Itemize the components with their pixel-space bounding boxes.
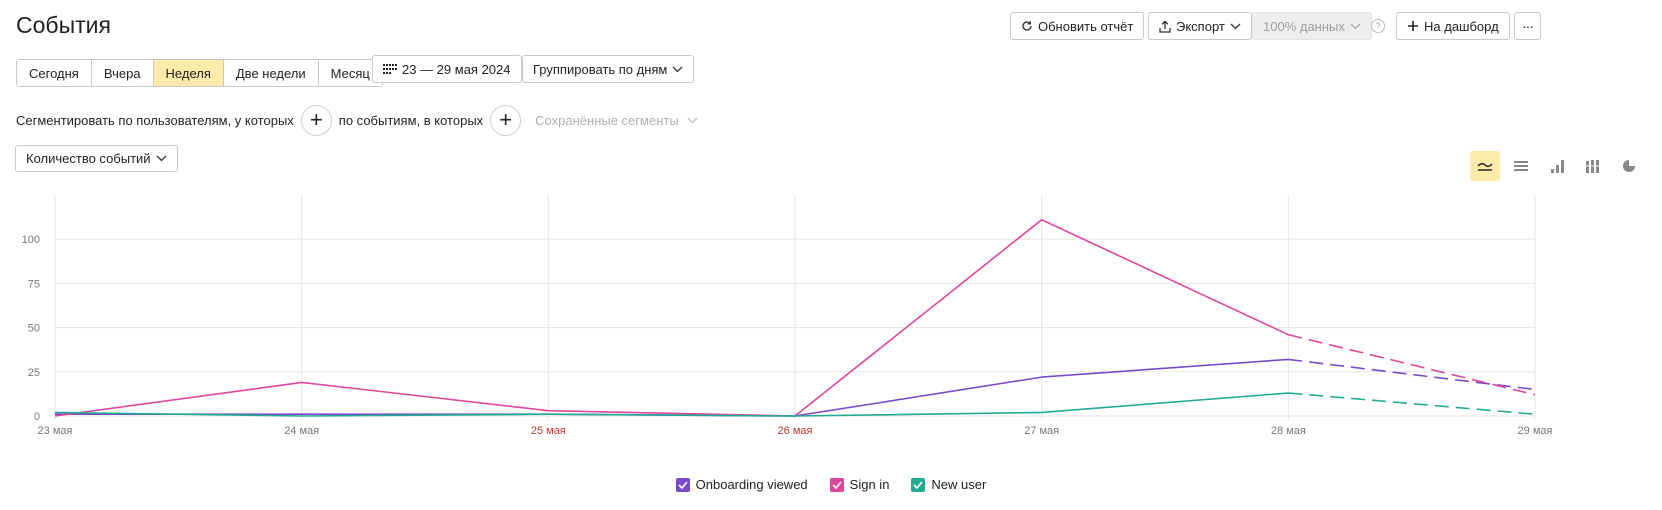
- group-by-label: Группировать по дням: [533, 61, 668, 77]
- add-to-dashboard-label: На дашборд: [1424, 18, 1499, 34]
- period-option[interactable]: Сегодня: [17, 60, 92, 86]
- add-user-segment-button[interactable]: +: [300, 104, 332, 136]
- add-to-dashboard-button[interactable]: На дашборд: [1396, 12, 1510, 40]
- group-by-dropdown[interactable]: Группировать по дням: [522, 55, 695, 83]
- period-selector: Сегодня Вчера Неделя Две недели Месяц: [16, 59, 383, 87]
- segment-by-users-label: Сегментировать по пользователям, у котор…: [16, 112, 294, 128]
- area-chart-icon: [1514, 161, 1528, 171]
- chart-type-switcher: [1470, 151, 1644, 181]
- checkbox-checked-icon[interactable]: [675, 477, 690, 492]
- y-tick-label: 0: [34, 411, 40, 423]
- export-label: Экспорт: [1176, 18, 1225, 34]
- export-button[interactable]: Экспорт: [1148, 12, 1252, 40]
- chevron-down-icon: [1350, 23, 1361, 29]
- refresh-report-button[interactable]: Обновить отчёт: [1010, 12, 1145, 40]
- legend-label: New user: [931, 477, 987, 492]
- saved-segments-dropdown[interactable]: Сохранённые сегменты: [535, 113, 698, 128]
- stacked-bar-button[interactable]: [1578, 151, 1608, 181]
- bar-chart-button[interactable]: [1542, 151, 1572, 181]
- chevron-down-icon: [156, 155, 167, 162]
- page-title: События: [16, 12, 111, 38]
- legend-label: Onboarding viewed: [695, 477, 808, 492]
- help-icon[interactable]: ?: [1371, 19, 1385, 33]
- x-tick-label: 24 мая: [284, 425, 319, 437]
- checkbox-checked-icon[interactable]: [911, 477, 926, 492]
- legend-item[interactable]: Onboarding viewed: [675, 477, 808, 492]
- add-event-segment-button[interactable]: +: [490, 104, 522, 136]
- x-tick-label: 23 мая: [38, 425, 73, 437]
- area-chart-button[interactable]: [1506, 151, 1536, 181]
- period-option[interactable]: Две недели: [223, 60, 319, 86]
- legend-item[interactable]: New user: [911, 477, 986, 492]
- upload-icon: [1159, 19, 1171, 33]
- bar-chart-icon: [1551, 160, 1564, 173]
- calendar-icon: [383, 64, 397, 74]
- plus-icon: [1408, 21, 1418, 31]
- data-sampling-button[interactable]: 100% данных: [1252, 12, 1372, 40]
- y-tick-label: 25: [28, 367, 40, 379]
- period-option[interactable]: Вчера: [91, 60, 154, 86]
- line-chart-icon: [1477, 162, 1493, 171]
- checkbox-checked-icon[interactable]: [829, 477, 844, 492]
- date-range-label: 23 — 29 мая 2024: [402, 61, 511, 77]
- x-tick-label: 27 мая: [1024, 425, 1059, 437]
- y-tick-label: 100: [22, 234, 40, 246]
- refresh-report-label: Обновить отчёт: [1038, 18, 1134, 34]
- date-range-button[interactable]: 23 — 29 мая 2024: [372, 55, 522, 83]
- events-line-chart: 0 25 50 75 100 23 мая 24 мая 25 мая 26 мая 27 мая…: [22, 195, 1553, 437]
- chevron-down-icon: [672, 66, 683, 72]
- series-line-incomplete: [1288, 333, 1536, 396]
- x-tick-label: 25 мая: [531, 425, 566, 437]
- line-chart-button[interactable]: [1470, 151, 1500, 181]
- period-option[interactable]: Неделя: [153, 60, 224, 86]
- stacked-bar-icon: [1586, 160, 1599, 173]
- metric-dropdown[interactable]: Количество событий: [15, 145, 178, 172]
- y-tick-label: 50: [28, 323, 40, 335]
- segmentation-bar: Сегментировать по пользователям, у котор…: [16, 104, 698, 136]
- chevron-down-icon: [687, 117, 698, 123]
- pie-chart-icon: [1623, 160, 1635, 172]
- series-line-incomplete: [1288, 392, 1536, 416]
- chevron-down-icon: [1230, 23, 1241, 29]
- more-button[interactable]: ···: [1514, 12, 1541, 40]
- pie-chart-button[interactable]: [1614, 151, 1644, 181]
- legend-label: Sign in: [849, 477, 890, 492]
- segment-by-events-label: по событиям, в которых: [338, 112, 484, 128]
- plus-icon: +: [499, 107, 513, 132]
- x-tick-label: 29 мая: [1518, 425, 1553, 437]
- y-tick-label: 75: [28, 278, 40, 290]
- series-line: [54, 218, 1289, 417]
- x-tick-label: 28 мая: [1271, 425, 1306, 437]
- refresh-icon: [1022, 21, 1032, 31]
- x-tick-label: 26 мая: [778, 425, 813, 437]
- saved-segments-label: Сохранённые сегменты: [535, 112, 679, 128]
- more-icon: ···: [1522, 18, 1534, 34]
- legend-item[interactable]: Sign in: [829, 477, 890, 492]
- metric-label: Количество событий: [26, 151, 151, 166]
- data-sampling-label: 100% данных: [1263, 18, 1345, 34]
- plus-icon: +: [309, 107, 323, 132]
- chart-legend: Onboarding viewed Sign in New user: [0, 477, 1662, 492]
